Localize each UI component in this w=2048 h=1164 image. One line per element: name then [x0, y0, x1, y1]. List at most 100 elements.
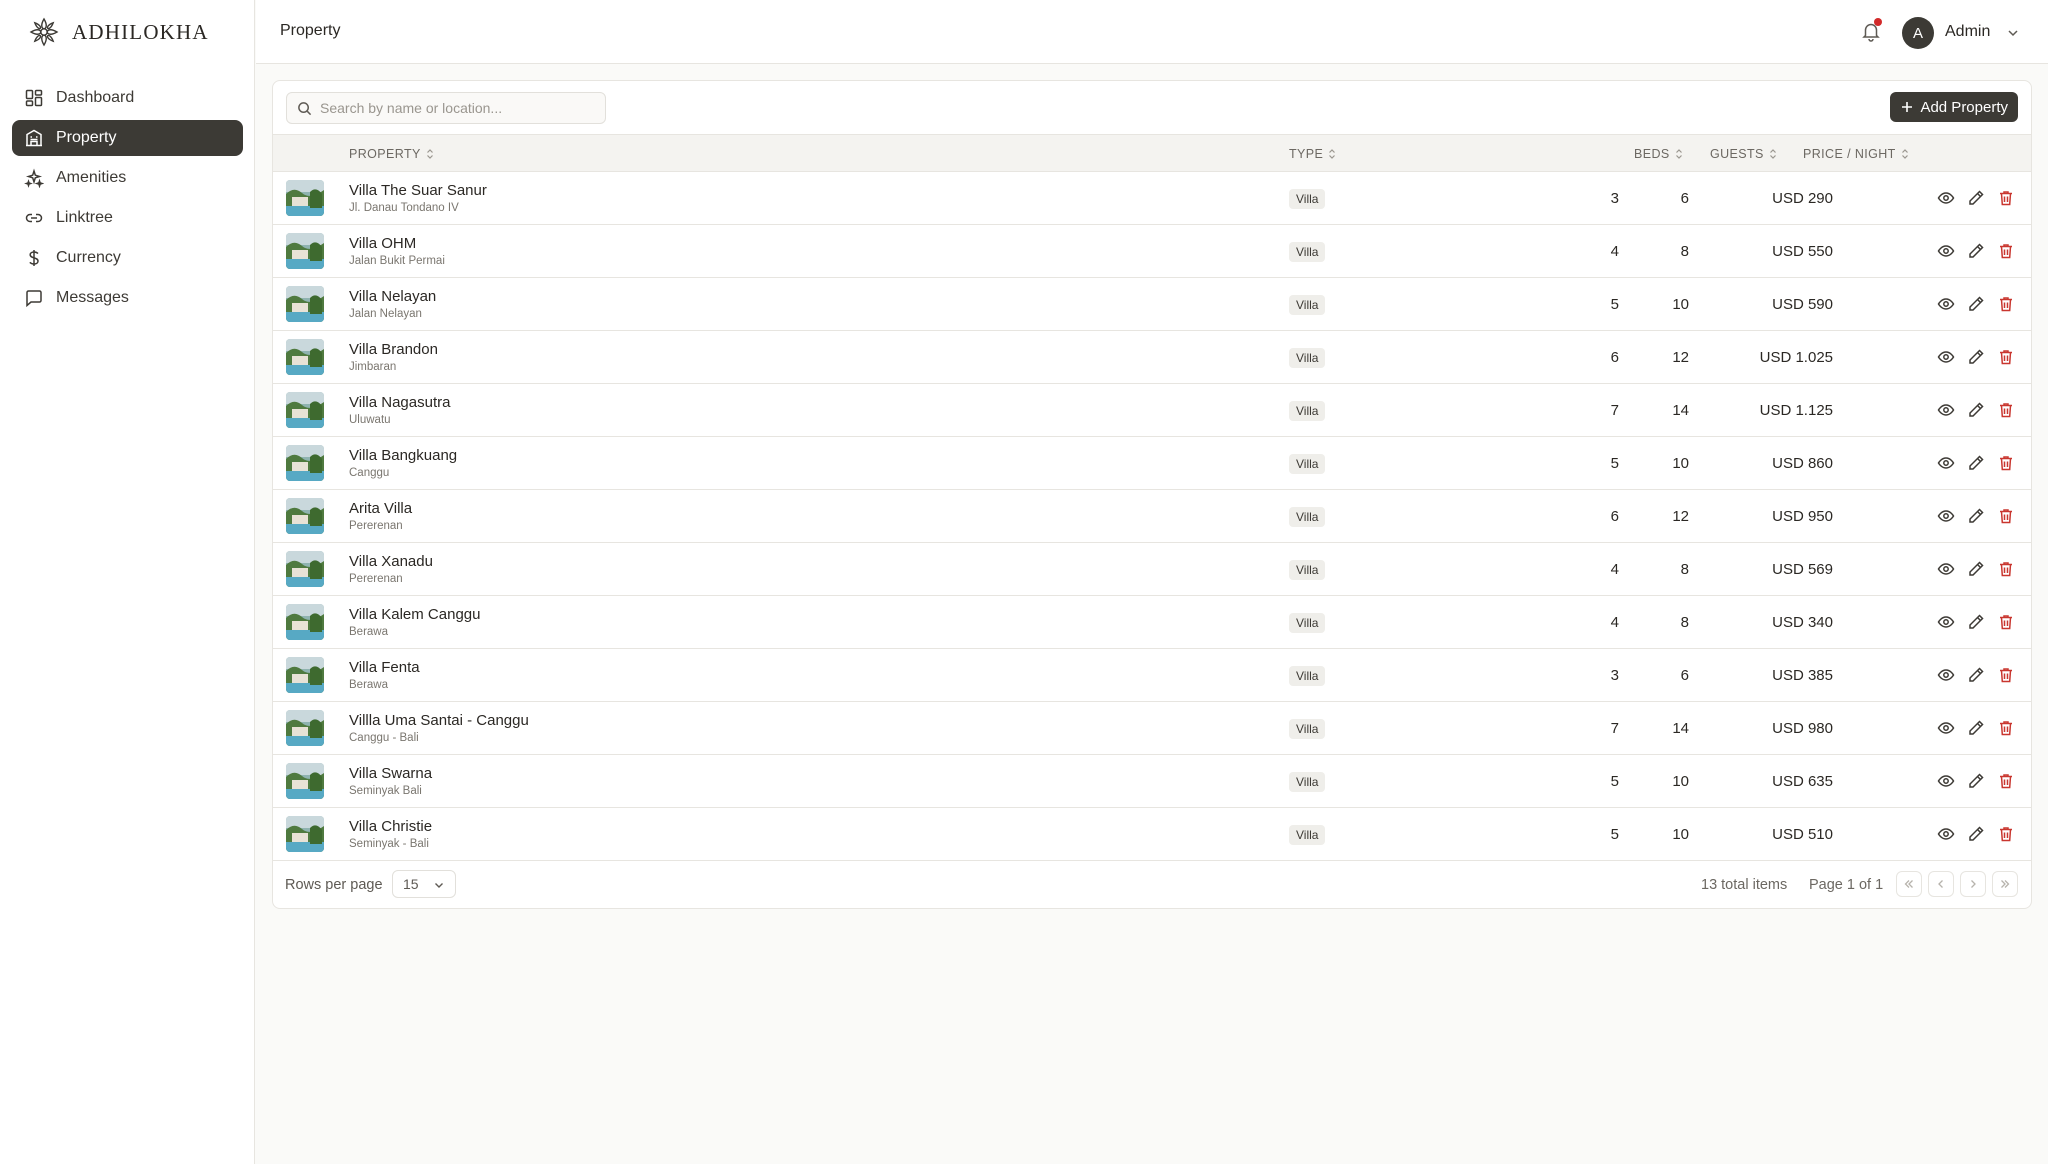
pencil-icon[interactable]	[1967, 242, 1985, 260]
pencil-icon[interactable]	[1967, 401, 1985, 419]
user-name[interactable]: Admin	[1945, 23, 1990, 41]
trash-icon[interactable]	[1997, 295, 2015, 313]
trash-icon[interactable]	[1997, 348, 2015, 366]
table-row[interactable]: Villa Christie Seminyak - Bali Villa 5 1…	[273, 808, 2031, 861]
beds-count: 5	[1610, 826, 1619, 843]
beds-count: 4	[1610, 561, 1619, 578]
eye-icon[interactable]	[1937, 772, 1955, 790]
trash-icon[interactable]	[1997, 666, 2015, 684]
sort-icon	[1329, 149, 1336, 159]
first-page-button[interactable]	[1896, 871, 1922, 897]
eye-icon[interactable]	[1937, 560, 1955, 578]
guests-count: 14	[1672, 402, 1689, 419]
table-row[interactable]: Villa Nelayan Jalan Nelayan Villa 5 10 U…	[273, 278, 2031, 331]
trash-icon[interactable]	[1997, 507, 2015, 525]
brand[interactable]: ADHILOKHA	[28, 16, 209, 48]
table-row[interactable]: Villa Nagasutra Uluwatu Villa 7 14 USD 1…	[273, 384, 2031, 437]
column-header-price[interactable]: PRICE / NIGHT	[1803, 147, 1909, 161]
pencil-icon[interactable]	[1967, 719, 1985, 737]
trash-icon[interactable]	[1997, 401, 2015, 419]
eye-icon[interactable]	[1937, 242, 1955, 260]
chevron-down-icon[interactable]	[2006, 26, 2020, 40]
pencil-icon[interactable]	[1967, 189, 1985, 207]
eye-icon[interactable]	[1937, 348, 1955, 366]
sidebar-item-messages[interactable]: Messages	[12, 280, 243, 316]
avatar[interactable]: A	[1902, 17, 1934, 49]
sidebar-item-label: Currency	[56, 249, 121, 266]
eye-icon[interactable]	[1937, 401, 1955, 419]
pencil-icon[interactable]	[1967, 454, 1985, 472]
sidebar-item-dashboard[interactable]: Dashboard	[12, 80, 243, 116]
property-location: Jl. Danau Tondano IV	[349, 202, 459, 214]
eye-icon[interactable]	[1937, 507, 1955, 525]
sidebar-item-property[interactable]: Property	[12, 120, 243, 156]
property-location: Seminyak - Bali	[349, 838, 429, 850]
pencil-icon[interactable]	[1967, 507, 1985, 525]
column-header-type[interactable]: TYPE	[1289, 147, 1336, 161]
table-row[interactable]: Villa The Suar Sanur Jl. Danau Tondano I…	[273, 172, 2031, 225]
next-page-button[interactable]	[1960, 871, 1986, 897]
eye-icon[interactable]	[1937, 189, 1955, 207]
sidebar-item-label: Property	[56, 129, 117, 146]
guests-count: 10	[1672, 826, 1689, 843]
pencil-icon[interactable]	[1967, 772, 1985, 790]
column-header-guests[interactable]: GUESTS	[1710, 147, 1777, 161]
column-header-property[interactable]: PROPERTY	[349, 147, 434, 161]
eye-icon[interactable]	[1937, 719, 1955, 737]
trash-icon[interactable]	[1997, 242, 2015, 260]
table-row[interactable]: Villa Brandon Jimbaran Villa 6 12 USD 1.…	[273, 331, 2031, 384]
sidebar-item-amenities[interactable]: Amenities	[12, 160, 243, 196]
trash-icon[interactable]	[1997, 454, 2015, 472]
beds-count: 5	[1610, 773, 1619, 790]
pencil-icon[interactable]	[1967, 348, 1985, 366]
table-row[interactable]: Villa Kalem Canggu Berawa Villa 4 8 USD …	[273, 596, 2031, 649]
guests-count: 10	[1672, 773, 1689, 790]
beds-count: 5	[1610, 455, 1619, 472]
beds-count: 3	[1610, 190, 1619, 207]
eye-icon[interactable]	[1937, 295, 1955, 313]
pencil-icon[interactable]	[1967, 666, 1985, 684]
property-location: Pererenan	[349, 520, 403, 532]
pencil-icon[interactable]	[1967, 295, 1985, 313]
previous-page-button[interactable]	[1928, 871, 1954, 897]
chevron-right-icon	[1971, 880, 1976, 888]
search-box[interactable]	[286, 92, 606, 124]
rows-per-page-select[interactable]: 15	[392, 870, 456, 898]
last-page-button[interactable]	[1992, 871, 2018, 897]
property-name: Villa Kalem Canggu	[349, 606, 481, 623]
property-name: Villla Uma Santai - Canggu	[349, 712, 529, 729]
search-input[interactable]	[320, 100, 600, 116]
table-row[interactable]: Villa Swarna Seminyak Bali Villa 5 10 US…	[273, 755, 2031, 808]
trash-icon[interactable]	[1997, 189, 2015, 207]
pencil-icon[interactable]	[1967, 613, 1985, 631]
sidebar-item-currency[interactable]: Currency	[12, 240, 243, 276]
chevrons-right-icon	[2001, 880, 2010, 888]
table-row[interactable]: Villa Xanadu Pererenan Villa 4 8 USD 569	[273, 543, 2031, 596]
table-row[interactable]: Villla Uma Santai - Canggu Canggu - Bali…	[273, 702, 2031, 755]
trash-icon[interactable]	[1997, 560, 2015, 578]
eye-icon[interactable]	[1937, 613, 1955, 631]
table-row[interactable]: Villa Bangkuang Canggu Villa 5 10 USD 86…	[273, 437, 2031, 490]
eye-icon[interactable]	[1937, 454, 1955, 472]
column-header-beds[interactable]: BEDS	[1634, 147, 1683, 161]
table-row[interactable]: Arita Villa Pererenan Villa 6 12 USD 950	[273, 490, 2031, 543]
total-items: 13 total items	[1701, 877, 1788, 893]
eye-icon[interactable]	[1937, 825, 1955, 843]
beds-count: 7	[1610, 402, 1619, 419]
beds-count: 7	[1610, 720, 1619, 737]
sort-icon	[1675, 149, 1682, 159]
trash-icon[interactable]	[1997, 772, 2015, 790]
trash-icon[interactable]	[1997, 613, 2015, 631]
eye-icon[interactable]	[1937, 666, 1955, 684]
thumbnail-image	[286, 445, 324, 481]
trash-icon[interactable]	[1997, 825, 2015, 843]
table-row[interactable]: Villa Fenta Berawa Villa 3 6 USD 385	[273, 649, 2031, 702]
sidebar-item-label: Messages	[56, 289, 129, 306]
add-property-button[interactable]: Add Property	[1890, 92, 2018, 122]
column-label: PRICE / NIGHT	[1803, 147, 1896, 161]
pencil-icon[interactable]	[1967, 825, 1985, 843]
table-row[interactable]: Villa OHM Jalan Bukit Permai Villa 4 8 U…	[273, 225, 2031, 278]
trash-icon[interactable]	[1997, 719, 2015, 737]
sidebar-item-linktree[interactable]: Linktree	[12, 200, 243, 236]
pencil-icon[interactable]	[1967, 560, 1985, 578]
